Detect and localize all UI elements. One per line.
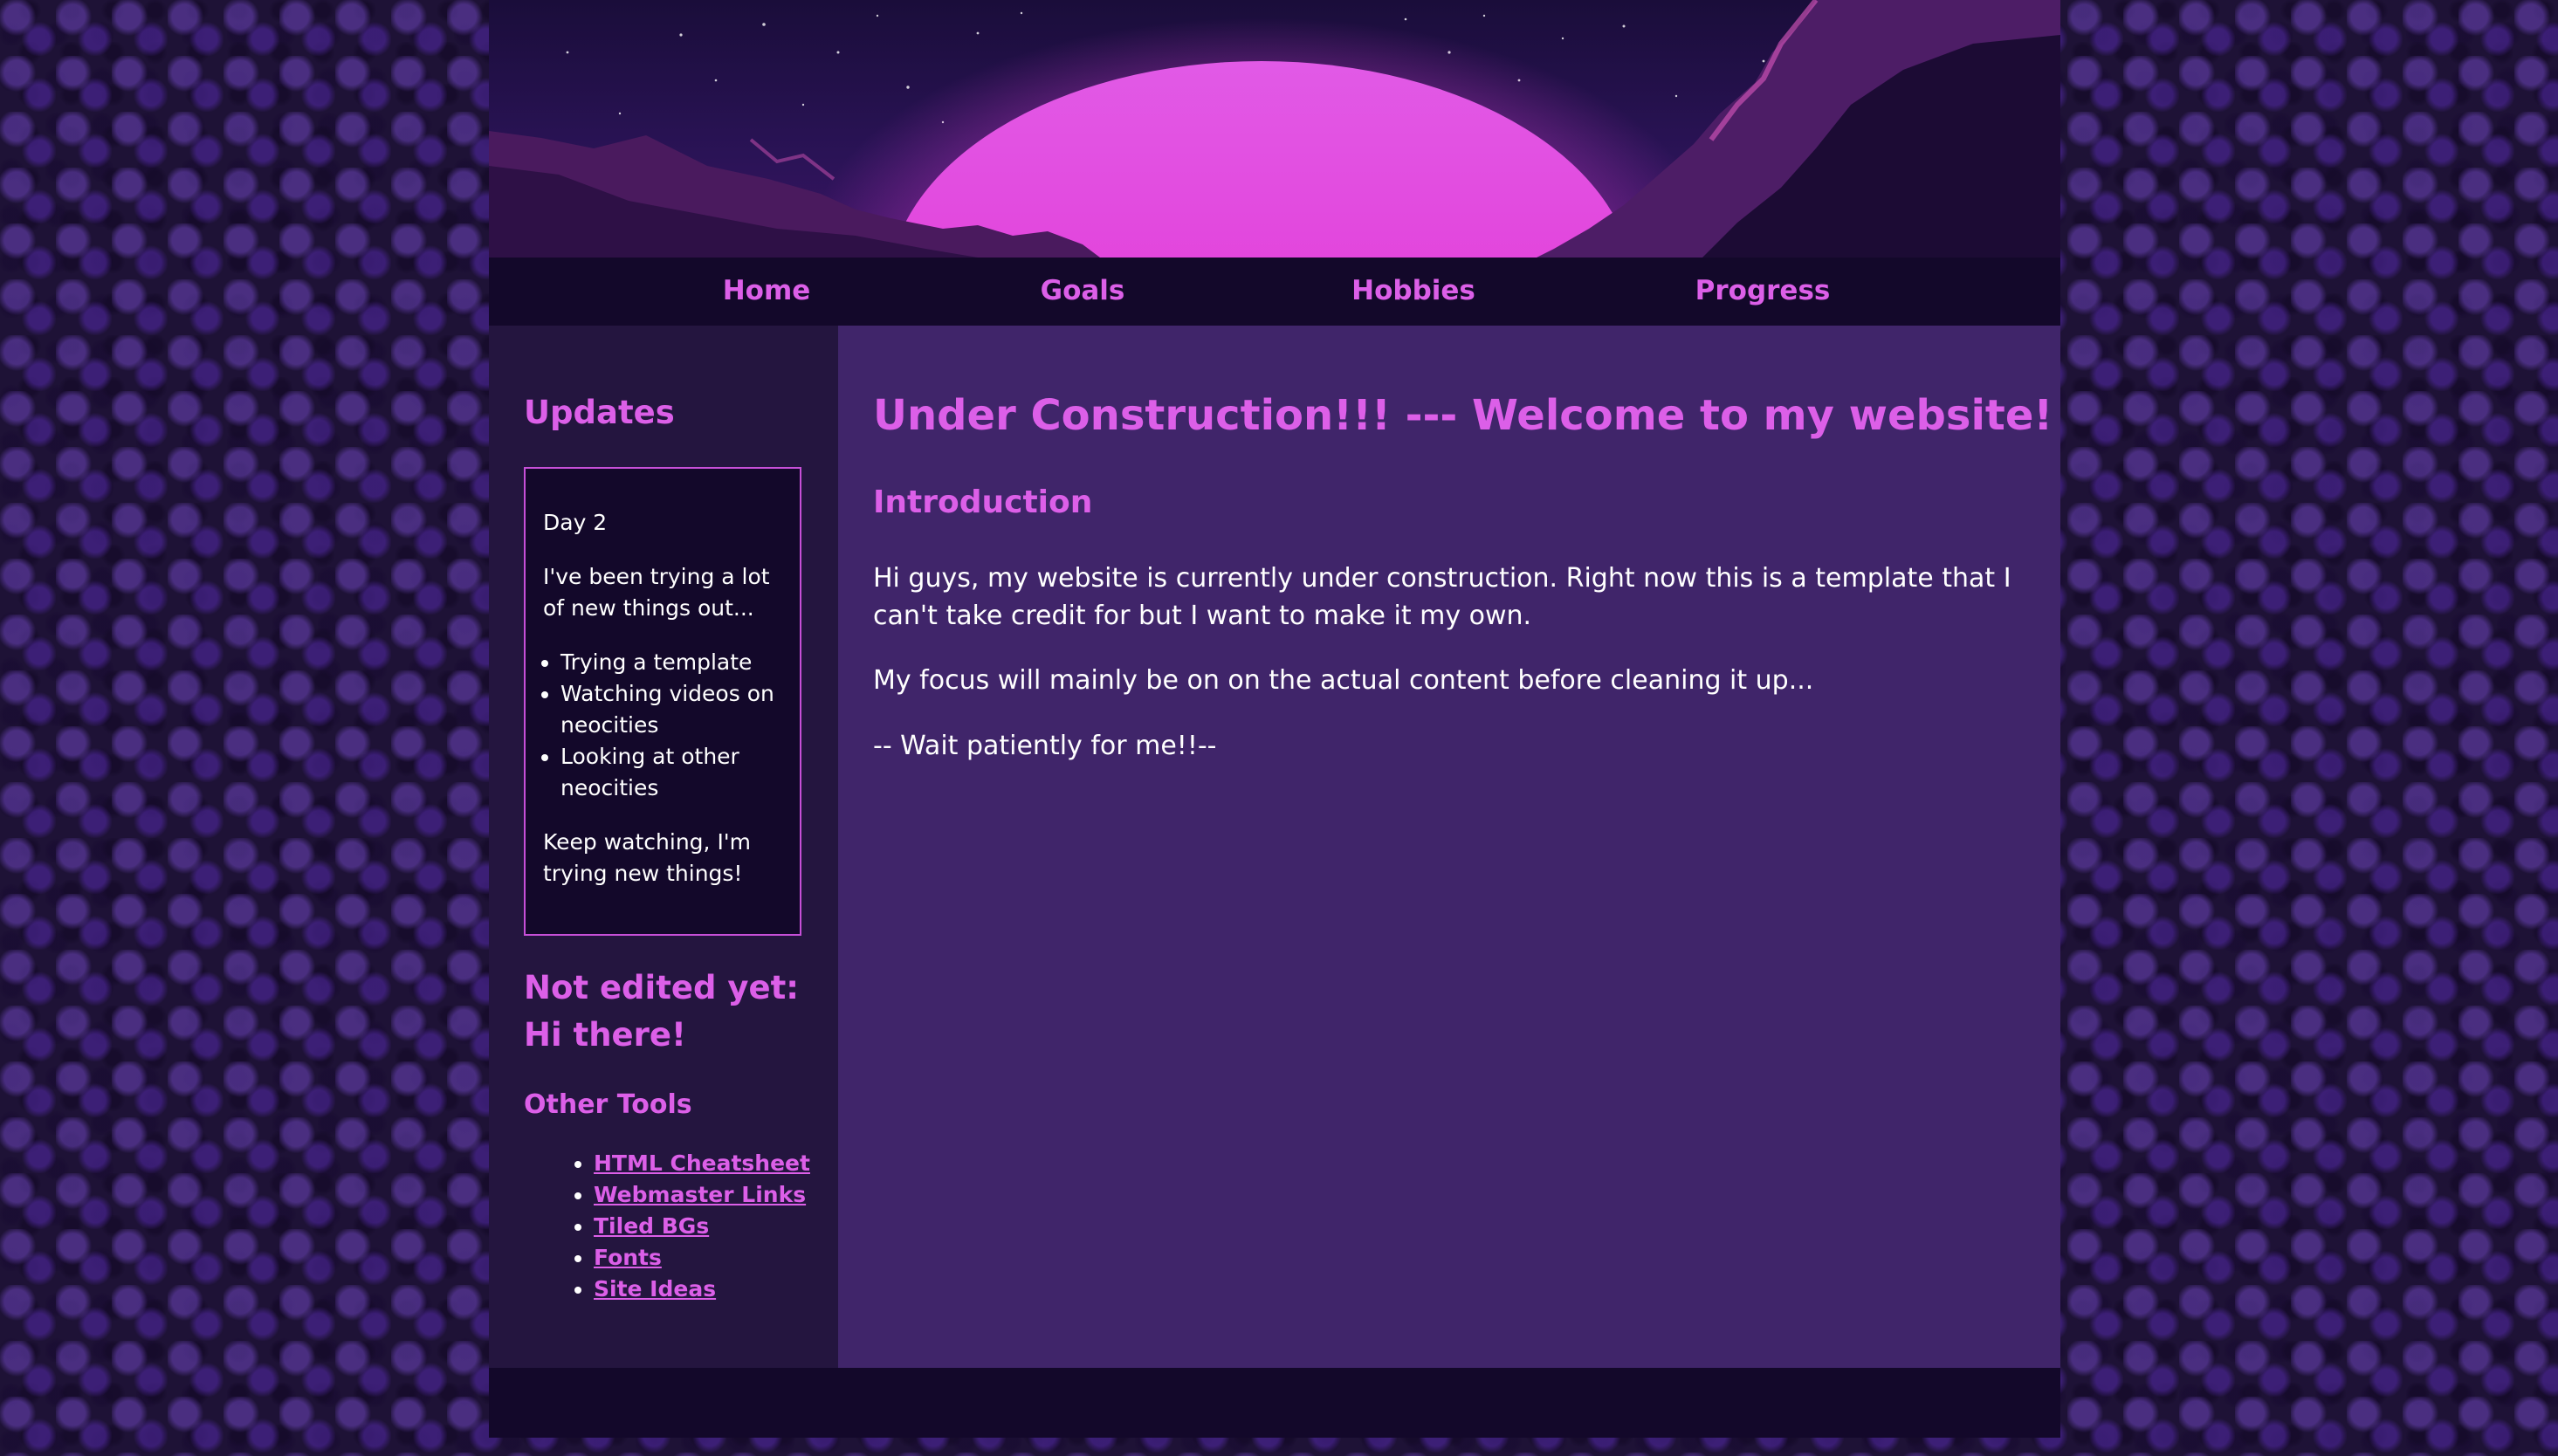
nav-goals-link[interactable]: Goals [1041, 275, 1125, 306]
hi-there-heading: Hi there! [524, 1016, 686, 1054]
page-title: Under Construction!!! --- Welcome to my … [873, 391, 2053, 440]
tools-list-item: Fonts [594, 1242, 810, 1274]
update-list: Trying a template Watching videos on neo… [543, 647, 782, 804]
updates-heading: Updates [524, 394, 675, 431]
update-day: Day 2 [543, 510, 608, 535]
main-content: Under Construction!!! --- Welcome to my … [838, 326, 2060, 1368]
update-intro: I've been trying a lot of new things out… [543, 564, 770, 621]
tiled-bgs-link[interactable]: Tiled BGs [594, 1213, 709, 1239]
nav-hobbies-link[interactable]: Hobbies [1351, 275, 1475, 306]
tools-list-item: Site Ideas [594, 1274, 810, 1305]
sidebar: Updates Day 2 I've been trying a lot of … [489, 326, 838, 1368]
site-ideas-link[interactable]: Site Ideas [594, 1276, 716, 1301]
webmaster-links-link[interactable]: Webmaster Links [594, 1182, 806, 1207]
wait-paragraph: -- Wait patiently for me!!-- [873, 731, 1217, 761]
tools-list-item: HTML Cheatsheet [594, 1148, 810, 1179]
updates-box: Day 2 I've been trying a lot of new thin… [524, 467, 801, 936]
update-list-item: Looking at other neocities [560, 741, 782, 804]
sunset-mountains-image [489, 0, 2060, 258]
nav-home-link[interactable]: Home [723, 275, 811, 306]
nav-progress-link[interactable]: Progress [1695, 275, 1831, 306]
tools-list-item: Webmaster Links [594, 1179, 810, 1211]
update-list-item: Trying a template [560, 647, 782, 678]
main-navigation: Home Goals Hobbies Progress [489, 258, 2060, 326]
focus-paragraph: My focus will mainly be on on the actual… [873, 665, 1814, 696]
footer [489, 1368, 2060, 1438]
page-container: Home Goals Hobbies Progress Updates Day … [489, 0, 2060, 1438]
header-banner [489, 0, 2060, 258]
other-tools-heading: Other Tools [524, 1089, 692, 1120]
introduction-heading: Introduction [873, 484, 1093, 520]
fonts-link[interactable]: Fonts [594, 1245, 662, 1270]
tools-list: HTML Cheatsheet Webmaster Links Tiled BG… [559, 1148, 810, 1305]
tools-list-item: Tiled BGs [594, 1211, 810, 1242]
html-cheatsheet-link[interactable]: HTML Cheatsheet [594, 1150, 810, 1176]
not-edited-heading: Not edited yet: [524, 969, 800, 1006]
update-outro: Keep watching, I'm trying new things! [543, 829, 752, 886]
intro-paragraph: Hi guys, my website is currently under c… [873, 563, 2011, 631]
update-list-item: Watching videos on neocities [560, 678, 782, 741]
